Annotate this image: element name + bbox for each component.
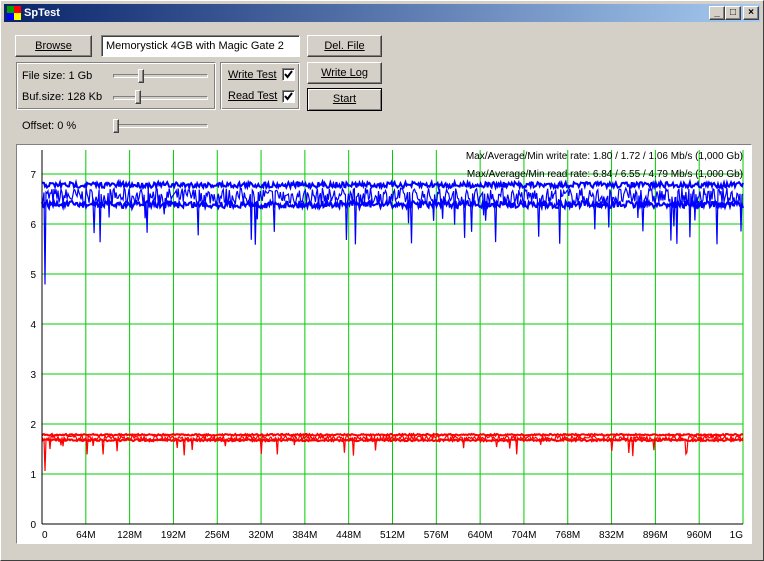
read-test-checkbox[interactable] <box>282 90 295 103</box>
write-rate-annotation: Max/Average/Min write rate: 1.80 / 1.72 … <box>466 151 743 162</box>
close-icon: × <box>748 7 754 18</box>
title-bar[interactable]: SpTest _ □ × <box>4 4 760 22</box>
y-tick-label: 6 <box>30 220 36 231</box>
y-tick-label: 7 <box>30 170 36 181</box>
x-tick-label: 896M <box>643 530 668 541</box>
y-tick-label: 4 <box>30 320 36 331</box>
x-tick-label: 704M <box>511 530 536 541</box>
chart-panel: 0 64M 128M 192M 256M 320M 384M 448M 512M 576M 640M… <box>16 144 752 544</box>
checkmark-icon <box>284 70 293 79</box>
maximize-icon: □ <box>729 7 737 18</box>
x-tick-label: 192M <box>161 530 186 541</box>
window-title: SpTest <box>24 7 60 19</box>
close-button[interactable]: × <box>743 6 759 20</box>
y-tick-label: 3 <box>30 370 36 381</box>
buf-size-slider-track[interactable] <box>113 96 208 100</box>
x-tick-label: 768M <box>555 530 580 541</box>
y-tick-label: 0 <box>30 520 36 531</box>
maximize-button[interactable]: □ <box>725 6 741 20</box>
y-tick-label: 1 <box>30 470 36 481</box>
file-size-label: File size: 1 Gb <box>22 70 93 82</box>
buf-size-label: Buf.size: 128 Kb <box>22 91 103 103</box>
y-tick-label: 2 <box>30 420 36 431</box>
x-tick-label: 64M <box>76 530 95 541</box>
x-tick-label: 320M <box>249 530 274 541</box>
checkmark-icon <box>284 92 293 101</box>
x-tick-label: 256M <box>205 530 230 541</box>
offset-label: Offset: 0 % <box>22 120 77 132</box>
x-tick-label: 1G <box>730 530 744 541</box>
file-size-slider-track[interactable] <box>113 74 208 78</box>
browse-button[interactable]: Browse <box>15 35 92 57</box>
write-test-checkbox[interactable] <box>282 68 295 81</box>
del-file-button[interactable]: Del. File <box>307 35 382 57</box>
x-tick-label: 512M <box>380 530 405 541</box>
file-size-slider-thumb[interactable] <box>138 69 144 83</box>
minimize-icon: _ <box>714 7 720 18</box>
buf-size-slider-thumb[interactable] <box>135 90 141 104</box>
offset-slider-thumb[interactable] <box>113 119 119 133</box>
transfer-rate-chart: 0 64M 128M 192M 256M 320M 384M 448M 512M 576M 640M… <box>30 150 744 541</box>
device-name-field[interactable]: Memorystick 4GB with Magic Gate 2 <box>101 35 300 57</box>
write-log-button[interactable]: Write Log <box>307 62 382 84</box>
y-tick-label: 5 <box>30 270 36 281</box>
x-tick-label: 0 <box>42 530 48 541</box>
x-tick-label: 448M <box>336 530 361 541</box>
x-tick-label: 576M <box>424 530 449 541</box>
series-band <box>41 178 744 192</box>
read-rate-annotation: Max/Average/Min read rate: 6.84 / 6.55 /… <box>467 169 743 180</box>
app-icon <box>7 6 21 20</box>
offset-slider-track[interactable] <box>113 124 208 128</box>
x-tick-label: 128M <box>117 530 142 541</box>
x-tick-label: 640M <box>468 530 493 541</box>
write-test-label[interactable]: Write Test <box>228 69 277 82</box>
read-test-label[interactable]: Read Test <box>228 90 277 103</box>
start-button[interactable]: Start <box>307 88 382 111</box>
series-band <box>41 432 744 438</box>
x-tick-label: 960M <box>687 530 712 541</box>
minimize-button[interactable]: _ <box>709 6 725 20</box>
series-band <box>41 437 744 444</box>
sptest-window: SpTest _ □ × Browse Memorystick 4GB with… <box>0 0 764 561</box>
x-tick-label: 384M <box>292 530 317 541</box>
x-tick-label: 832M <box>599 530 624 541</box>
